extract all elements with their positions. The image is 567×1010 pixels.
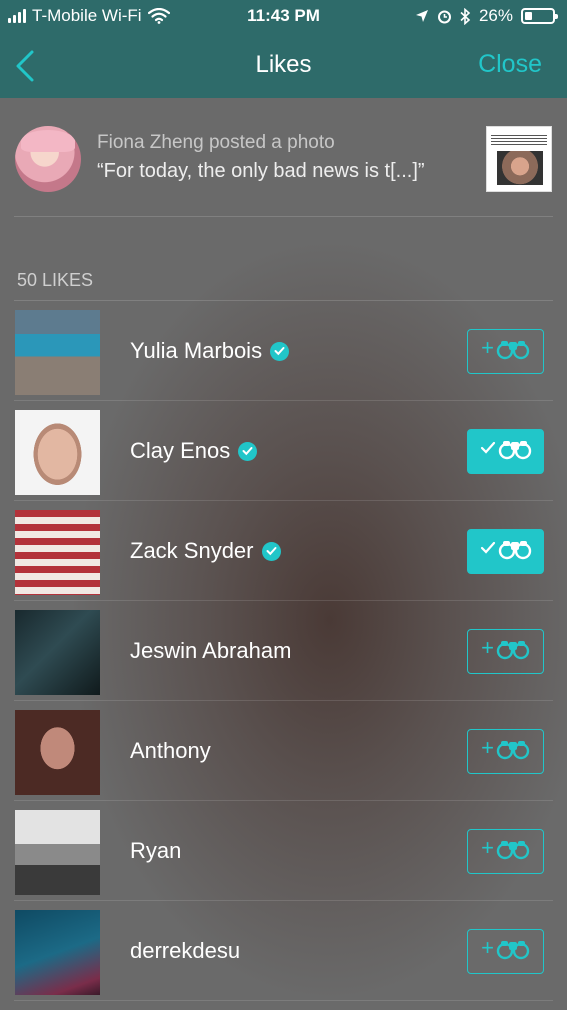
post-author-text: Fiona Zheng posted a photo (97, 132, 335, 153)
profile-picture[interactable] (15, 610, 100, 695)
user-name-row[interactable]: Anthony (130, 738, 211, 764)
follow-button[interactable]: + (467, 329, 544, 374)
follow-button[interactable]: + (467, 729, 544, 774)
binoculars-icon (498, 538, 532, 565)
battery-icon (521, 8, 558, 24)
battery-percent: 26% (478, 6, 513, 25)
binoculars-icon (496, 338, 530, 365)
likes-count: 50 LIKES (17, 270, 94, 290)
user-name: Anthony (130, 738, 211, 763)
follow-button[interactable]: + (467, 829, 544, 874)
user-name: Yulia Marbois (130, 338, 263, 363)
user-name-row[interactable]: derrekdesu (130, 938, 240, 964)
following-button[interactable] (467, 529, 544, 574)
binoculars-icon (496, 738, 530, 765)
verified-badge-icon (270, 341, 290, 361)
top-bar: T-Mobile Wi-Fi 11:43 PM 26% Likes Close (0, 0, 567, 98)
post-thumbnail[interactable] (486, 126, 552, 192)
following-button[interactable] (467, 429, 544, 474)
list-item[interactable]: Yulia Marbois + (0, 301, 567, 401)
post-caption: “For today, the only bad news is t[...]” (97, 160, 425, 182)
list-item[interactable]: derrekdesu + (0, 901, 567, 1001)
binoculars-icon (496, 938, 530, 965)
plus-icon: + (481, 934, 494, 960)
user-name-row[interactable]: Yulia Marbois (130, 338, 290, 364)
divider (14, 1000, 553, 1001)
user-name: Jeswin Abraham (130, 638, 292, 663)
list-item[interactable]: Zack Snyder (0, 501, 567, 601)
profile-picture[interactable] (15, 310, 100, 395)
verified-badge-icon (261, 541, 281, 561)
user-name-row[interactable]: Clay Enos (130, 438, 258, 464)
profile-picture[interactable] (15, 710, 100, 795)
user-name: Clay Enos (130, 438, 231, 463)
plus-icon: + (481, 634, 494, 660)
binoculars-icon (496, 838, 530, 865)
list-item[interactable]: Anthony + (0, 701, 567, 801)
poster-avatar[interactable] (15, 126, 81, 192)
close-button[interactable]: Close (478, 50, 542, 79)
user-name-row[interactable]: Zack Snyder (130, 538, 281, 564)
profile-picture[interactable] (15, 510, 100, 595)
verified-badge-icon (238, 441, 258, 461)
location-icon (415, 10, 428, 22)
check-icon (480, 440, 496, 458)
profile-picture[interactable] (15, 910, 100, 995)
nav-bar: Likes Close (0, 34, 567, 98)
profile-picture[interactable] (15, 810, 100, 895)
profile-picture[interactable] (15, 410, 100, 495)
list-item[interactable]: Clay Enos (0, 401, 567, 501)
binoculars-icon (498, 438, 532, 465)
status-bar: T-Mobile Wi-Fi 11:43 PM 26% (0, 0, 567, 34)
check-icon (480, 540, 496, 558)
user-name: derrekdesu (130, 938, 241, 963)
post-summary[interactable]: Fiona Zheng posted a photo “For today, t… (0, 98, 567, 218)
user-name: Ryan (130, 838, 182, 863)
follow-button[interactable]: + (467, 629, 544, 674)
user-name: Zack Snyder (130, 538, 254, 563)
user-name-row[interactable]: Ryan (130, 838, 181, 864)
plus-icon: + (481, 834, 494, 860)
divider (14, 216, 553, 217)
list-item[interactable]: Jeswin Abraham + (0, 601, 567, 701)
bluetooth-icon (460, 7, 471, 25)
list-item[interactable]: Ryan + (0, 801, 567, 901)
alarm-icon (437, 10, 451, 23)
follow-button[interactable]: + (467, 929, 544, 974)
plus-icon: + (481, 334, 494, 360)
binoculars-icon (496, 638, 530, 665)
user-name-row[interactable]: Jeswin Abraham (130, 638, 291, 664)
plus-icon: + (481, 734, 494, 760)
